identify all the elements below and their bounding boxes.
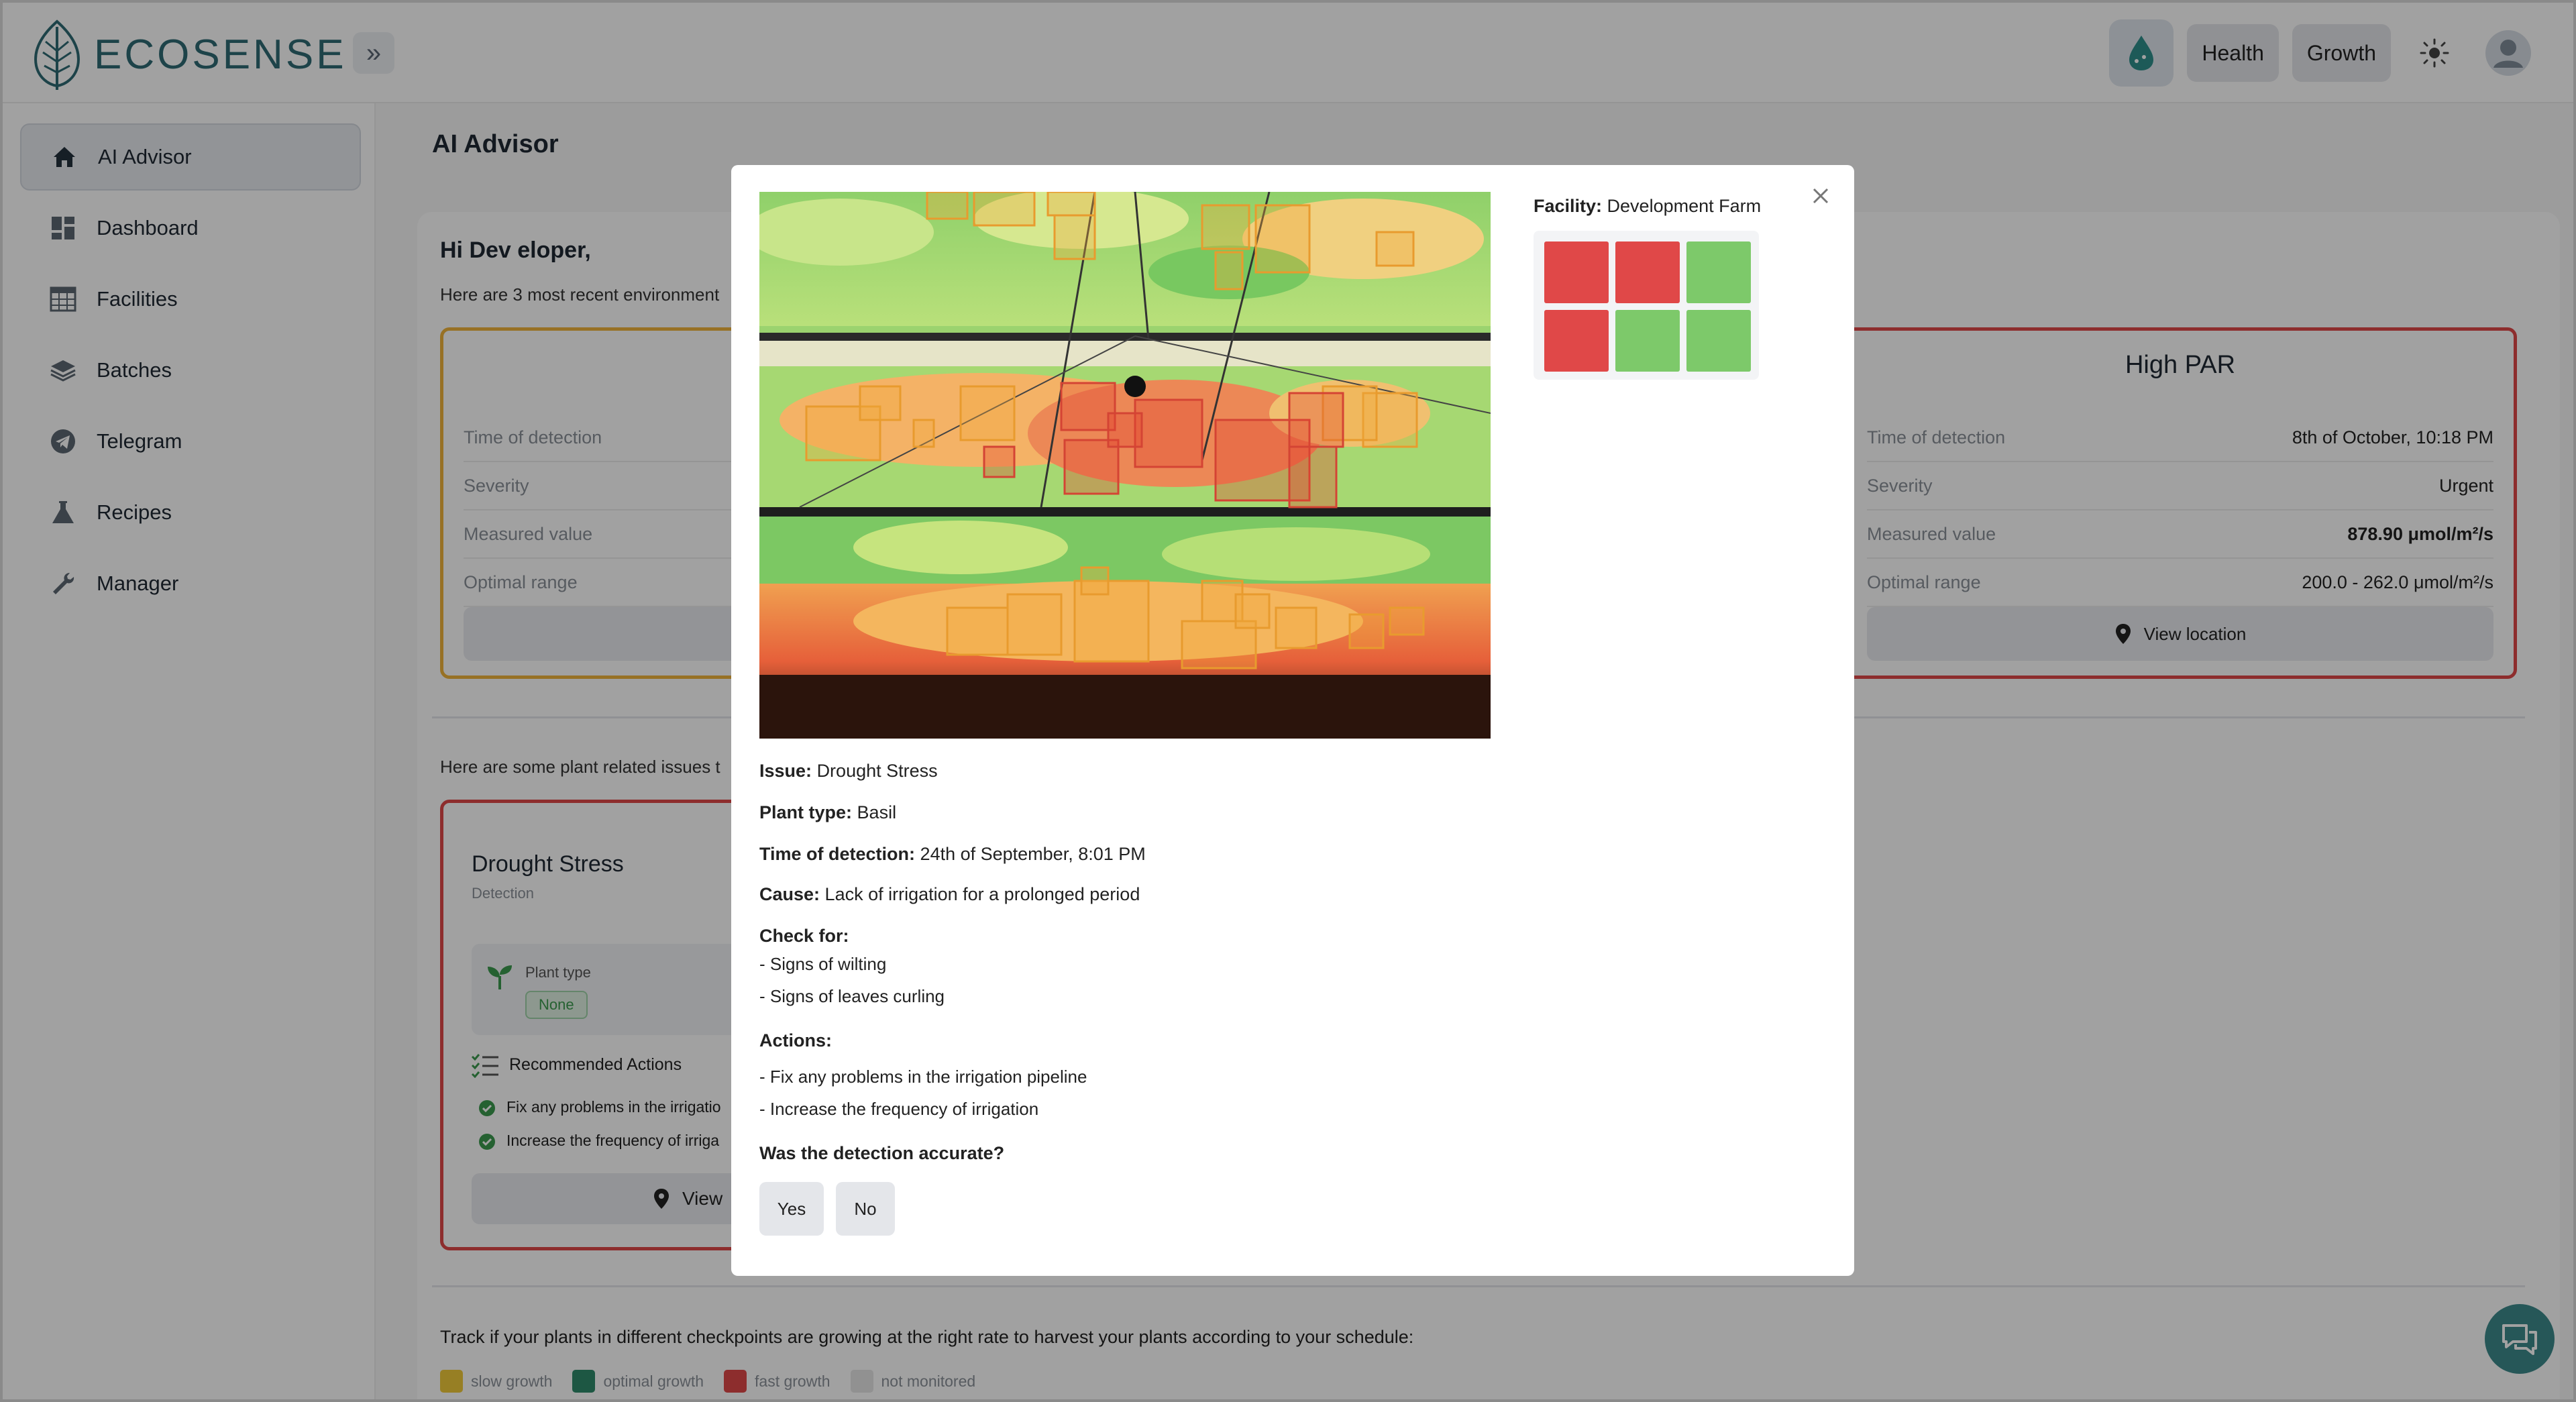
- app-window: ECOSENSE » Health Growth AI Advisor Dash…: [0, 0, 2576, 1402]
- facility-label: Facility:: [1534, 196, 1603, 216]
- check-for-heading: Check for:: [759, 926, 849, 946]
- check-item: - Signs of leaves curling: [759, 986, 945, 1006]
- close-icon: [1813, 188, 1829, 204]
- action-item: - Fix any problems in the irrigation pip…: [759, 1067, 1087, 1087]
- issue-value: Drought Stress: [816, 761, 938, 781]
- cause-line: Cause: Lack of irrigation for a prolonge…: [759, 884, 1140, 905]
- plant-type-value: Basil: [857, 802, 897, 822]
- close-modal-button[interactable]: [1805, 180, 1837, 212]
- time-line: Time of detection: 24th of September, 8:…: [759, 844, 1146, 865]
- issue-label: Issue:: [759, 761, 812, 781]
- actions-heading: Actions:: [759, 1030, 832, 1050]
- time-value: 24th of September, 8:01 PM: [920, 844, 1146, 864]
- detection-heatmap-image: [759, 192, 1491, 739]
- issue-line: Issue: Drought Stress: [759, 761, 938, 781]
- plant-type-line: Plant type: Basil: [759, 802, 896, 823]
- zone-cell[interactable]: [1544, 241, 1609, 303]
- facility-zone-grid: [1534, 231, 1759, 380]
- check-item: - Signs of wilting: [759, 954, 887, 974]
- zone-cell[interactable]: [1615, 241, 1680, 303]
- yes-button[interactable]: Yes: [759, 1182, 824, 1236]
- zone-cell[interactable]: [1544, 310, 1609, 372]
- no-button[interactable]: No: [836, 1182, 895, 1236]
- stress-heatmap-graphic: [759, 192, 1491, 739]
- cause-value: Lack of irrigation for a prolonged perio…: [824, 884, 1140, 904]
- plant-type-label: Plant type:: [759, 802, 853, 822]
- zone-cell[interactable]: [1615, 310, 1680, 372]
- accuracy-question: Was the detection accurate?: [759, 1143, 1005, 1163]
- zone-cell[interactable]: [1686, 310, 1751, 372]
- detection-detail-modal: Facility: Development Farm Issue: Drough…: [731, 165, 1854, 1276]
- facility-line: Facility: Development Farm: [1534, 196, 1761, 217]
- facility-value: Development Farm: [1607, 196, 1762, 216]
- zone-cell[interactable]: [1686, 241, 1751, 303]
- time-label: Time of detection:: [759, 844, 916, 864]
- action-item: - Increase the frequency of irrigation: [759, 1099, 1039, 1119]
- cause-label: Cause:: [759, 884, 820, 904]
